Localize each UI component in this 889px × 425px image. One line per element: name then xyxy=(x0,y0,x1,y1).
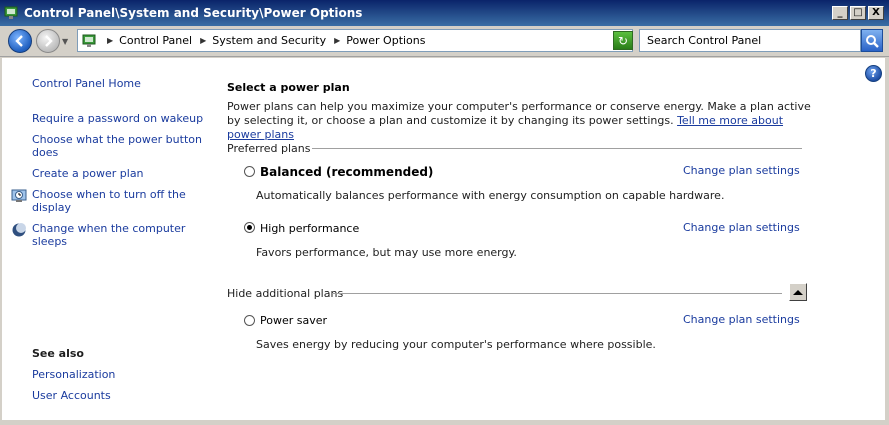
plan-desc-power-saver: Saves energy by reducing your computer's… xyxy=(256,338,656,351)
personalization-link[interactable]: Personalization xyxy=(32,368,115,381)
refresh-icon: ↻ xyxy=(617,33,629,48)
computer-sleeps-link[interactable]: Change when the computer sleeps xyxy=(32,222,212,248)
close-button[interactable]: X xyxy=(868,6,884,20)
breadcrumb-control-panel[interactable]: Control Panel xyxy=(119,34,192,47)
high-performance-radio[interactable] xyxy=(244,222,255,233)
plan-desc-balanced: Automatically balances performance with … xyxy=(256,189,725,202)
breadcrumb-power-options[interactable]: Power Options xyxy=(346,34,425,47)
control-panel-icon xyxy=(82,34,96,47)
help-icon[interactable]: ? xyxy=(865,65,882,82)
page-title: Select a power plan xyxy=(227,81,350,94)
change-plan-settings-balanced[interactable]: Change plan settings xyxy=(683,164,800,177)
search-button[interactable] xyxy=(861,29,883,52)
window-frame-bottom xyxy=(0,420,889,425)
recent-pages-dropdown[interactable]: ▼ xyxy=(62,37,72,46)
back-button[interactable] xyxy=(8,29,32,53)
maximize-button[interactable]: □ xyxy=(850,6,866,20)
moon-sleep-icon xyxy=(12,223,26,237)
power-saver-radio[interactable] xyxy=(244,315,255,326)
display-clock-icon xyxy=(11,189,27,202)
chevron-right-icon[interactable]: ▶ xyxy=(107,36,113,45)
chevron-up-icon xyxy=(793,289,803,295)
plan-desc-high-performance: Favors performance, but may use more ene… xyxy=(256,246,517,259)
require-password-link[interactable]: Require a password on wakeup xyxy=(32,112,203,125)
search-input[interactable]: Search Control Panel xyxy=(639,29,861,52)
chevron-right-icon[interactable]: ▶ xyxy=(200,36,206,45)
control-panel-icon xyxy=(4,6,18,19)
change-plan-settings-high-performance[interactable]: Change plan settings xyxy=(683,221,800,234)
intro-text: Power plans can help you maximize your c… xyxy=(227,100,817,142)
plan-name-high-performance[interactable]: High performance xyxy=(260,222,359,235)
collapse-button[interactable] xyxy=(789,283,807,301)
search-icon xyxy=(866,34,879,48)
group-divider xyxy=(312,148,802,149)
chevron-right-icon[interactable]: ▶ xyxy=(334,36,340,45)
plan-name-balanced[interactable]: Balanced (recommended) xyxy=(260,165,433,179)
user-accounts-link[interactable]: User Accounts xyxy=(32,389,111,402)
task-pane: Control Panel Home Require a password on… xyxy=(2,58,212,420)
control-panel-home-link[interactable]: Control Panel Home xyxy=(32,77,141,90)
power-button-link[interactable]: Choose what the power button does xyxy=(32,133,202,159)
title-bar: Control Panel\System and Security\Power … xyxy=(0,0,889,26)
forward-arrow-icon xyxy=(45,35,53,47)
see-also-heading: See also xyxy=(32,347,84,360)
change-plan-settings-power-saver[interactable]: Change plan settings xyxy=(683,313,800,326)
create-plan-link[interactable]: Create a power plan xyxy=(32,167,144,180)
preferred-plans-header: Preferred plans xyxy=(227,142,311,155)
back-arrow-icon xyxy=(15,35,23,47)
balanced-radio[interactable] xyxy=(244,166,255,177)
forward-button[interactable] xyxy=(36,29,60,53)
hide-additional-plans-header[interactable]: Hide additional plans xyxy=(227,287,343,300)
refresh-button[interactable]: ↻ xyxy=(613,31,633,50)
address-bar[interactable]: ▶ Control Panel ▶ System and Security ▶ … xyxy=(77,29,633,52)
breadcrumb-system-security[interactable]: System and Security xyxy=(212,34,326,47)
content-area: Control Panel Home Require a password on… xyxy=(2,58,885,420)
plan-name-power-saver[interactable]: Power saver xyxy=(260,314,327,327)
window-title: Control Panel\System and Security\Power … xyxy=(24,6,363,20)
group-divider xyxy=(332,293,782,294)
minimize-button[interactable]: _ xyxy=(832,6,848,20)
turn-off-display-link[interactable]: Choose when to turn off the display xyxy=(32,188,202,214)
address-toolbar: ▼ ▶ Control Panel ▶ System and Security … xyxy=(0,26,889,57)
